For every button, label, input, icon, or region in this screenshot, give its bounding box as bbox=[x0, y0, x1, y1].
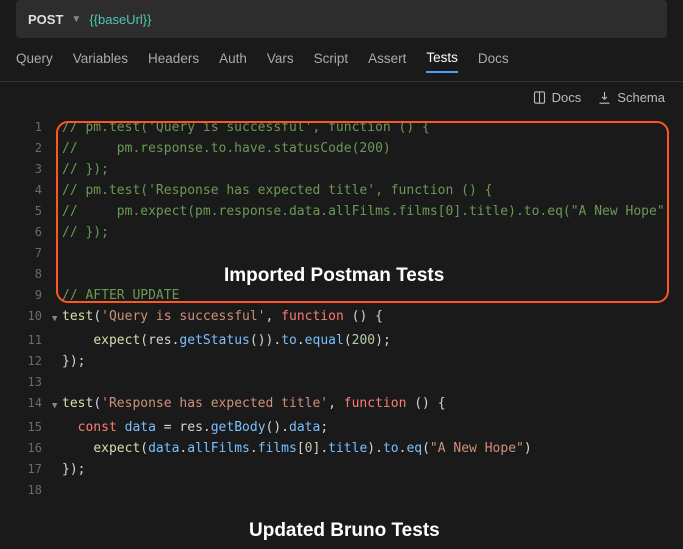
line-number: 15 bbox=[14, 417, 52, 438]
editor-toolbar: Docs Schema bbox=[0, 82, 683, 113]
code-line: 6 // }); bbox=[14, 222, 669, 243]
fold-indicator-icon bbox=[52, 459, 62, 480]
docs-button[interactable]: Docs bbox=[532, 90, 582, 105]
code-content[interactable]: // pm.test('Query is successful', functi… bbox=[62, 117, 669, 138]
line-number: 11 bbox=[14, 330, 52, 351]
line-number: 8 bbox=[14, 264, 52, 285]
code-content[interactable] bbox=[62, 372, 669, 393]
fold-indicator-icon bbox=[52, 159, 62, 180]
tab-vars[interactable]: Vars bbox=[267, 51, 294, 72]
tab-assert[interactable]: Assert bbox=[368, 51, 406, 72]
schema-button[interactable]: Schema bbox=[597, 90, 665, 105]
line-number: 3 bbox=[14, 159, 52, 180]
code-content[interactable]: const data = res.getBody().data; bbox=[62, 417, 669, 438]
code-content[interactable] bbox=[62, 243, 669, 264]
tab-query[interactable]: Query bbox=[16, 51, 53, 72]
code-line: 13 bbox=[14, 372, 669, 393]
code-line: 7 bbox=[14, 243, 669, 264]
annotation-imported: Imported Postman Tests bbox=[224, 265, 444, 287]
line-number: 17 bbox=[14, 459, 52, 480]
annotation-updated: Updated Bruno Tests bbox=[249, 520, 440, 542]
code-line: 2 // pm.response.to.have.statusCode(200) bbox=[14, 138, 669, 159]
fold-indicator-icon bbox=[52, 480, 62, 501]
method-dropdown-icon[interactable]: ▼ bbox=[71, 14, 81, 25]
code-line: 14▼test('Response has expected title', f… bbox=[14, 393, 669, 417]
fold-indicator-icon bbox=[52, 180, 62, 201]
code-content[interactable]: // pm.test('Response has expected title'… bbox=[62, 180, 669, 201]
line-number: 2 bbox=[14, 138, 52, 159]
fold-indicator-icon bbox=[52, 264, 62, 285]
code-content[interactable]: // AFTER UPDATE bbox=[62, 285, 669, 306]
fold-indicator-icon bbox=[52, 222, 62, 243]
code-line: 15 const data = res.getBody().data; bbox=[14, 417, 669, 438]
request-tabs: Query Variables Headers Auth Vars Script Asser… bbox=[0, 38, 683, 82]
code-line: 10▼test('Query is successful', function … bbox=[14, 306, 669, 330]
code-content[interactable]: // }); bbox=[62, 159, 669, 180]
code-content[interactable]: expect(res.getStatus()).to.equal(200); bbox=[62, 330, 669, 351]
line-number: 14 bbox=[14, 393, 52, 417]
tab-headers[interactable]: Headers bbox=[148, 51, 199, 72]
code-line: 16 expect(data.allFilms.films[0].title).… bbox=[14, 438, 669, 459]
line-number: 13 bbox=[14, 372, 52, 393]
code-content[interactable]: test('Response has expected title', func… bbox=[62, 393, 669, 417]
line-number: 6 bbox=[14, 222, 52, 243]
tab-tests[interactable]: Tests bbox=[426, 50, 458, 73]
schema-label: Schema bbox=[617, 90, 665, 105]
fold-indicator-icon bbox=[52, 330, 62, 351]
fold-indicator-icon bbox=[52, 372, 62, 393]
line-number: 9 bbox=[14, 285, 52, 306]
tab-variables[interactable]: Variables bbox=[73, 51, 128, 72]
http-method[interactable]: POST bbox=[28, 12, 63, 27]
line-number: 16 bbox=[14, 438, 52, 459]
line-number: 1 bbox=[14, 117, 52, 138]
code-content[interactable]: // }); bbox=[62, 222, 669, 243]
tab-auth[interactable]: Auth bbox=[219, 51, 247, 72]
line-number: 18 bbox=[14, 480, 52, 501]
fold-indicator-icon bbox=[52, 438, 62, 459]
fold-indicator-icon bbox=[52, 138, 62, 159]
code-line: 12}); bbox=[14, 351, 669, 372]
fold-indicator-icon bbox=[52, 201, 62, 222]
fold-indicator-icon[interactable]: ▼ bbox=[52, 393, 62, 417]
fold-indicator-icon[interactable]: ▼ bbox=[52, 306, 62, 330]
line-number: 5 bbox=[14, 201, 52, 222]
code-content[interactable]: // pm.expect(pm.response.data.allFilms.f… bbox=[62, 201, 669, 222]
code-line: 18 bbox=[14, 480, 669, 501]
code-editor[interactable]: Imported Postman Tests Updated Bruno Tes… bbox=[14, 117, 669, 501]
code-content[interactable]: test('Query is successful', function () … bbox=[62, 306, 669, 330]
code-line: 5 // pm.expect(pm.response.data.allFilms.… bbox=[14, 201, 669, 222]
fold-indicator-icon bbox=[52, 285, 62, 306]
code-content[interactable]: }); bbox=[62, 351, 669, 372]
tab-docs[interactable]: Docs bbox=[478, 51, 509, 72]
fold-indicator-icon bbox=[52, 117, 62, 138]
download-icon bbox=[597, 90, 612, 105]
request-bar: POST ▼ {{baseUrl}} bbox=[16, 0, 667, 38]
tab-script[interactable]: Script bbox=[314, 51, 349, 72]
code-content[interactable]: expect(data.allFilms.films[0].title).to.… bbox=[62, 438, 669, 459]
code-line: 4 // pm.test('Response has expected title… bbox=[14, 180, 669, 201]
code-content[interactable] bbox=[62, 480, 669, 501]
fold-indicator-icon bbox=[52, 417, 62, 438]
url-input[interactable]: {{baseUrl}} bbox=[89, 12, 151, 27]
line-number: 7 bbox=[14, 243, 52, 264]
code-line: 3 // }); bbox=[14, 159, 669, 180]
code-line: 17}); bbox=[14, 459, 669, 480]
fold-indicator-icon bbox=[52, 351, 62, 372]
code-line: 11 expect(res.getStatus()).to.equal(200)… bbox=[14, 330, 669, 351]
line-number: 10 bbox=[14, 306, 52, 330]
code-content[interactable]: // pm.response.to.have.statusCode(200) bbox=[62, 138, 669, 159]
line-number: 12 bbox=[14, 351, 52, 372]
code-line: 1 // pm.test('Query is successful', funct… bbox=[14, 117, 669, 138]
line-number: 4 bbox=[14, 180, 52, 201]
fold-indicator-icon bbox=[52, 243, 62, 264]
code-content[interactable]: }); bbox=[62, 459, 669, 480]
code-line: 9 // AFTER UPDATE bbox=[14, 285, 669, 306]
docs-label: Docs bbox=[552, 90, 582, 105]
book-icon bbox=[532, 90, 547, 105]
